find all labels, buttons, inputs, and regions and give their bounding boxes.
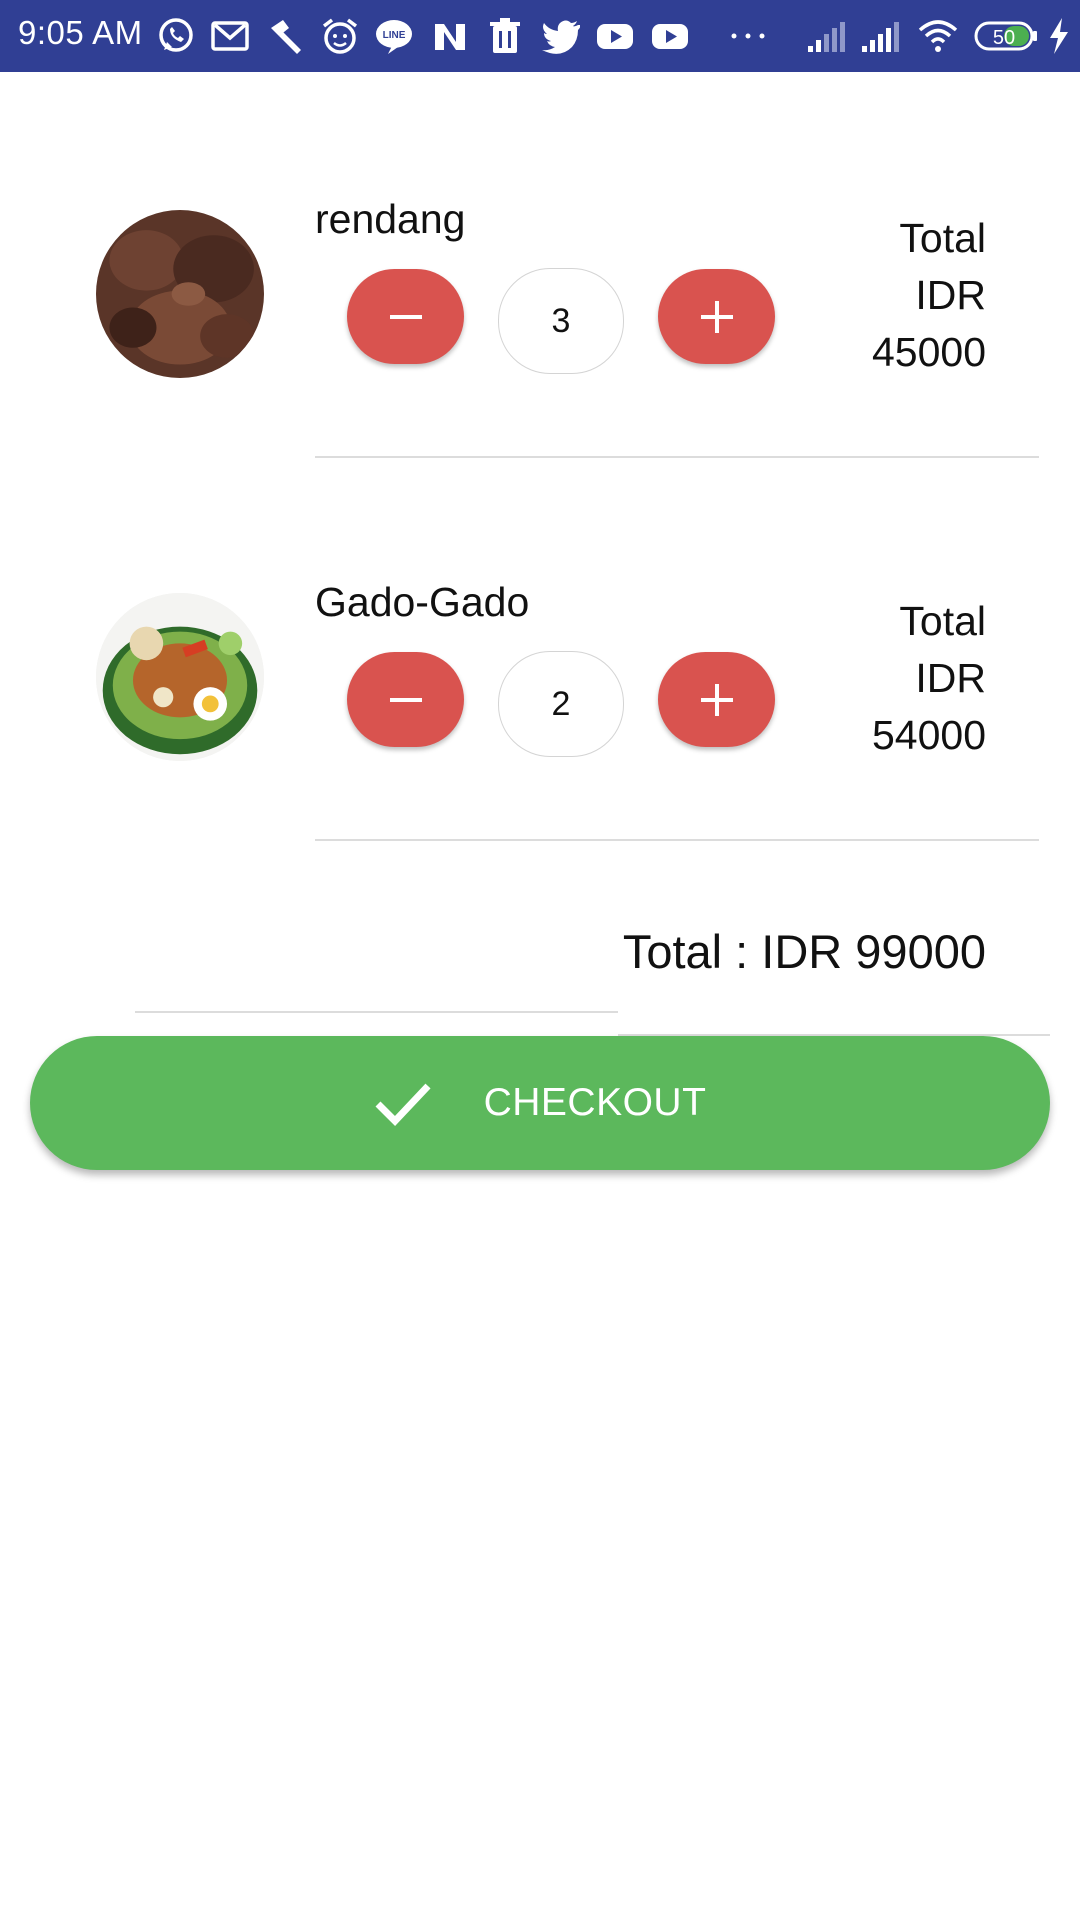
item-total: Total IDR 54000 [872,593,986,764]
minus-icon [389,314,422,319]
battery-icon: 50 [974,16,1040,56]
divider [135,1011,618,1013]
grand-total: Total : IDR 99000 [622,925,986,978]
plus-icon [700,683,733,716]
svg-text:LINE: LINE [383,30,406,41]
checkout-button[interactable]: CHECKOUT [30,1036,1050,1170]
decrease-quantity-button[interactable] [347,269,464,364]
total-label: Total [899,215,986,261]
twitter-icon [540,16,580,56]
total-value: 45000 [871,329,986,375]
charging-icon [1046,16,1072,56]
rendang-image [96,210,264,378]
status-time: 9:05 AM [18,14,143,51]
alarm-icon [320,16,360,56]
cart-item-gado-gado: Gado-Gado 2 Total IDR 54000 [0,563,1080,863]
trash-icon [485,16,525,56]
divider [315,839,1039,841]
youtube-icon [650,16,690,56]
item-total: Total IDR 45000 [872,210,986,381]
decrease-quantity-button[interactable] [347,652,464,747]
line-icon: LINE [374,16,414,56]
item-name: Gado-Gado [315,579,530,625]
cart-item-rendang: rendang 3 Total IDR 45000 [0,180,1080,480]
gado-gado-image [96,593,264,761]
total-value: 54000 [871,712,986,758]
increase-quantity-button[interactable] [658,652,775,747]
news-icon [430,16,470,56]
total-label: Total [899,598,986,644]
minus-icon [389,697,422,702]
signal-icon [860,16,900,56]
youtube-icon [595,16,635,56]
whatsapp-icon [156,16,196,56]
item-name: rendang [315,196,466,242]
more-icon [728,16,768,56]
quantity-field[interactable]: 3 [498,268,624,374]
divider [315,456,1039,458]
increase-quantity-button[interactable] [658,269,775,364]
plus-icon [700,300,733,333]
check-icon [375,1083,431,1127]
tool-icon [265,16,305,56]
svg-text:50: 50 [993,27,1015,49]
status-bar: 9:05 AM LINE 50 [0,0,1080,72]
wifi-icon [918,16,958,56]
checkout-label: CHECKOUT [483,1081,707,1124]
currency-label: IDR [915,655,986,701]
currency-label: IDR [915,272,986,318]
signal-icon [806,16,846,56]
quantity-field[interactable]: 2 [498,651,624,757]
gmail-icon [210,16,250,56]
